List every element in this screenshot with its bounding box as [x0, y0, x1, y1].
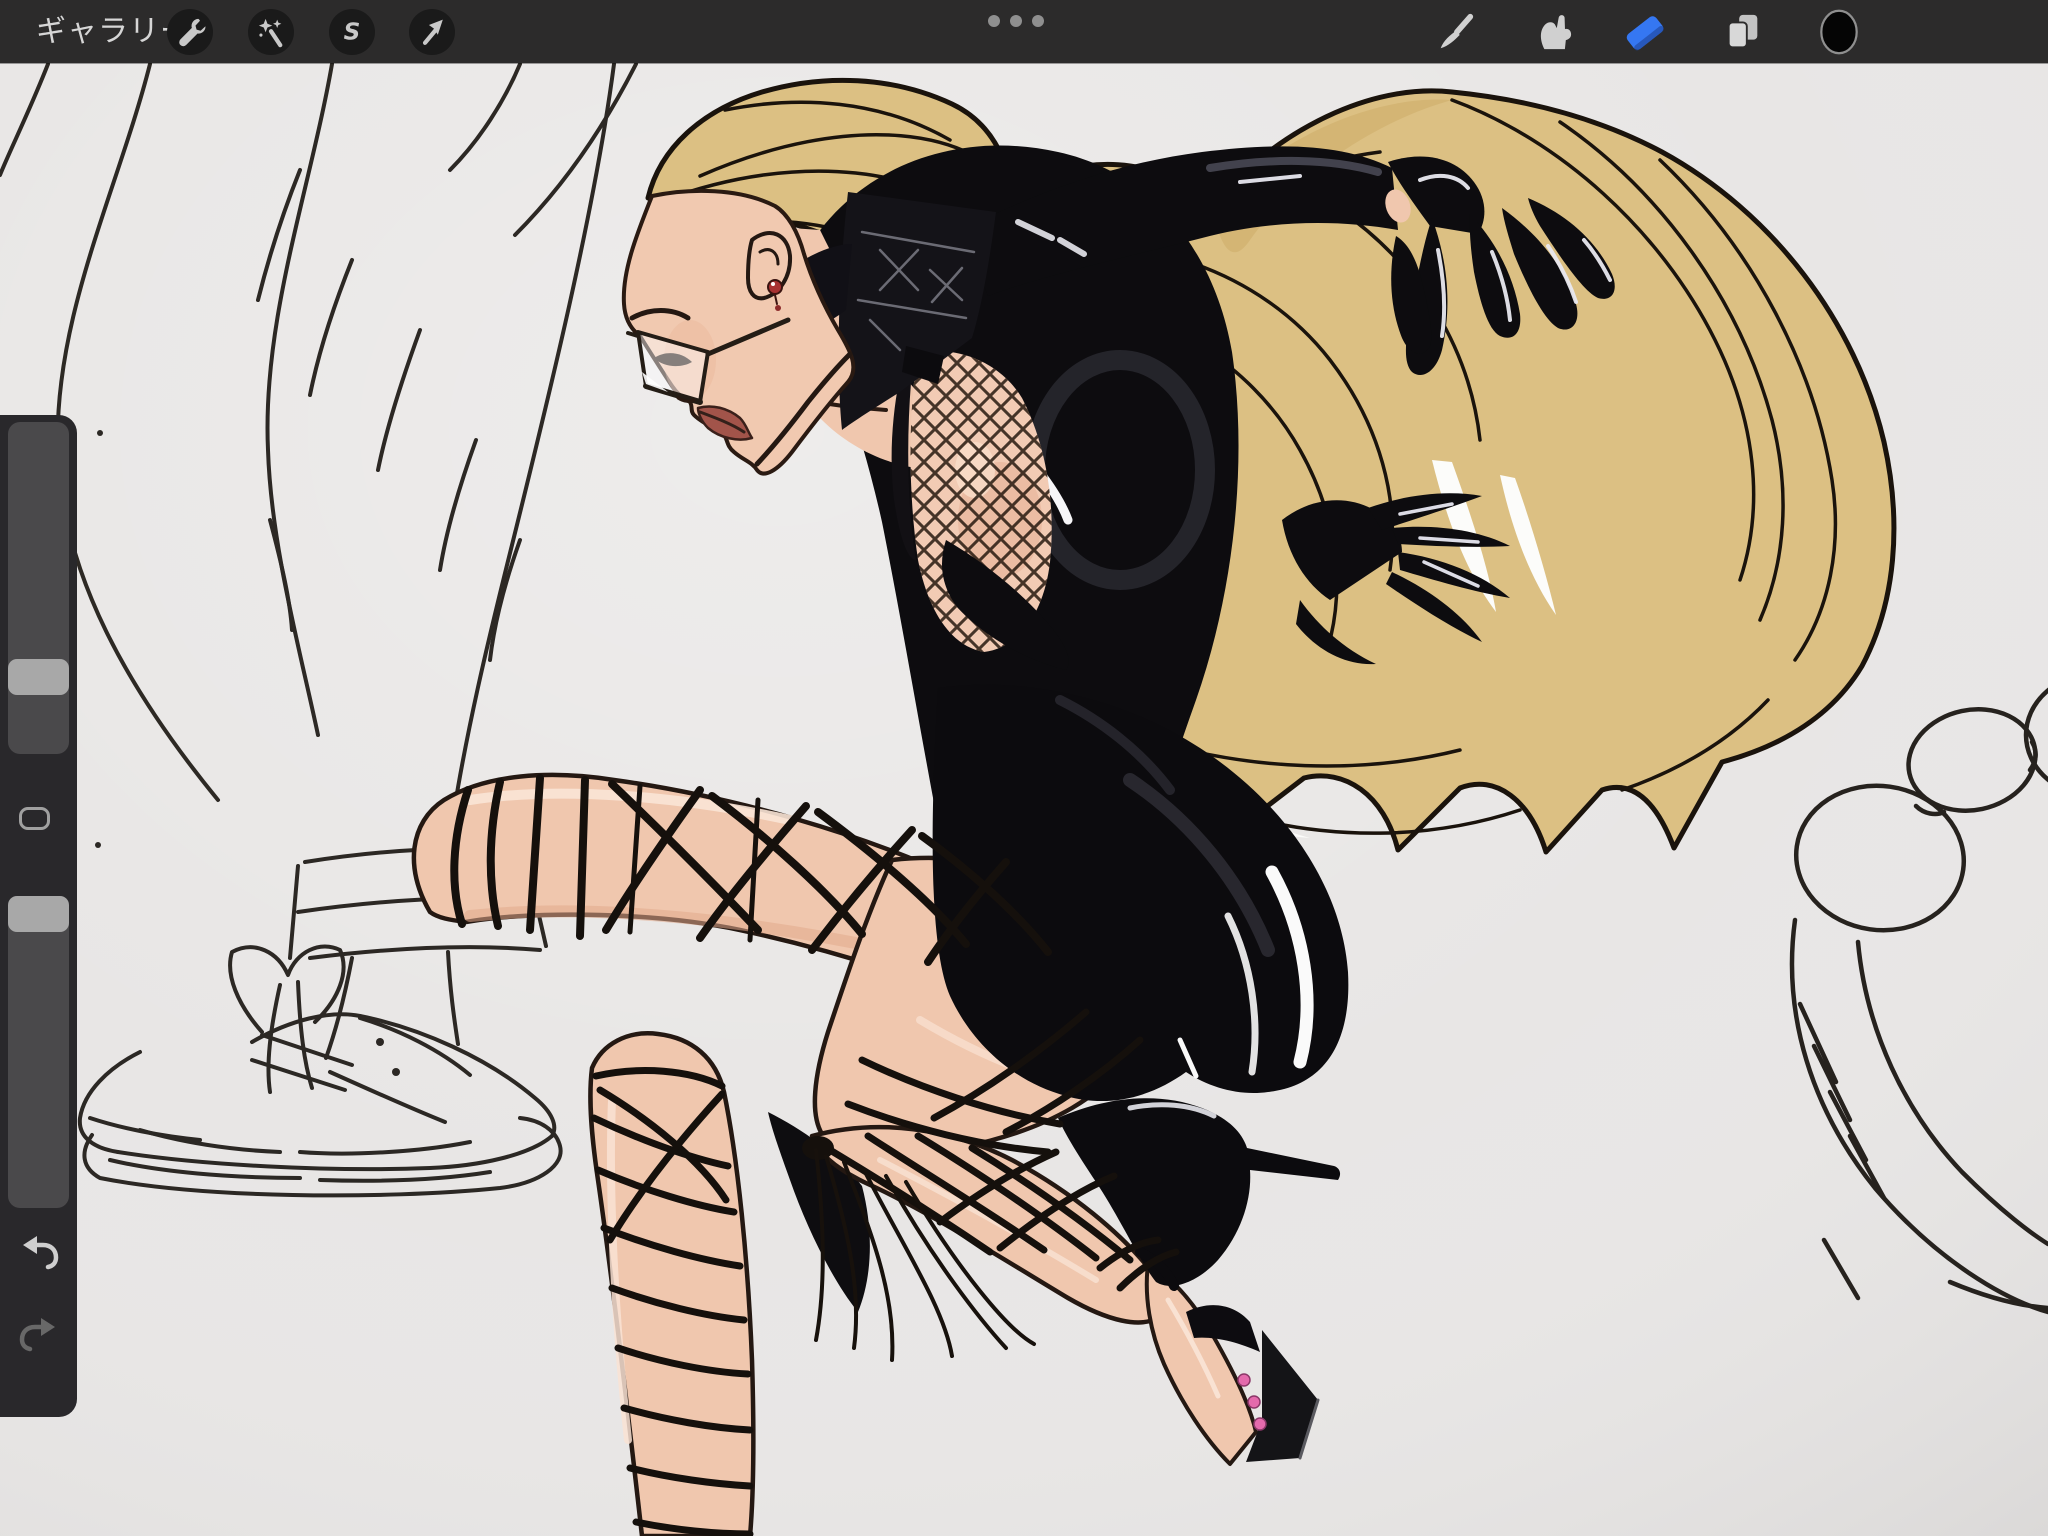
paintbrush-icon	[1434, 9, 1476, 55]
ellipsis-dot	[1032, 15, 1044, 27]
selection-button[interactable]: S	[329, 9, 375, 55]
opacity-slider[interactable]	[8, 896, 69, 1208]
color-swatch-button[interactable]	[1816, 8, 1862, 56]
earring	[768, 280, 782, 294]
actions-button[interactable]	[167, 9, 213, 55]
procreate-window: ギャラリー S	[0, 0, 2048, 1536]
transform-arrow-icon	[415, 15, 449, 49]
selection-s-icon: S	[335, 15, 369, 49]
opacity-slider-handle[interactable]	[8, 896, 69, 932]
brush-tool-button[interactable]	[1432, 8, 1478, 56]
brush-size-slider-handle[interactable]	[8, 659, 69, 695]
undo-arrow-icon	[13, 1229, 65, 1273]
canvas-menu-ellipsis[interactable]	[988, 15, 1060, 29]
transform-button[interactable]	[409, 9, 455, 55]
ellipsis-dot	[988, 15, 1000, 27]
modify-button[interactable]	[19, 807, 50, 830]
layers-button[interactable]	[1720, 8, 1766, 56]
sidebar-toolbar	[0, 415, 77, 1417]
ellipsis-dot	[1010, 15, 1022, 27]
smudge-finger-icon	[1531, 9, 1573, 55]
eraser-icon	[1624, 9, 1666, 55]
brush-size-slider[interactable]	[8, 422, 69, 754]
undo-button[interactable]	[13, 1229, 65, 1275]
toenails	[1238, 1374, 1250, 1386]
color-swatch	[1818, 9, 1860, 55]
redo-button[interactable]	[13, 1311, 65, 1357]
eraser-tool-button[interactable]	[1622, 8, 1668, 56]
drawing-canvas[interactable]	[0, 0, 2048, 1536]
adjustments-button[interactable]	[248, 9, 294, 55]
wrench-icon	[173, 15, 207, 49]
smudge-tool-button[interactable]	[1529, 8, 1575, 56]
layers-icon	[1722, 9, 1764, 55]
top-toolbar: ギャラリー S	[0, 0, 2048, 63]
svg-text:S: S	[344, 19, 361, 46]
magic-wand-icon	[254, 15, 288, 49]
redo-arrow-icon	[13, 1311, 65, 1355]
